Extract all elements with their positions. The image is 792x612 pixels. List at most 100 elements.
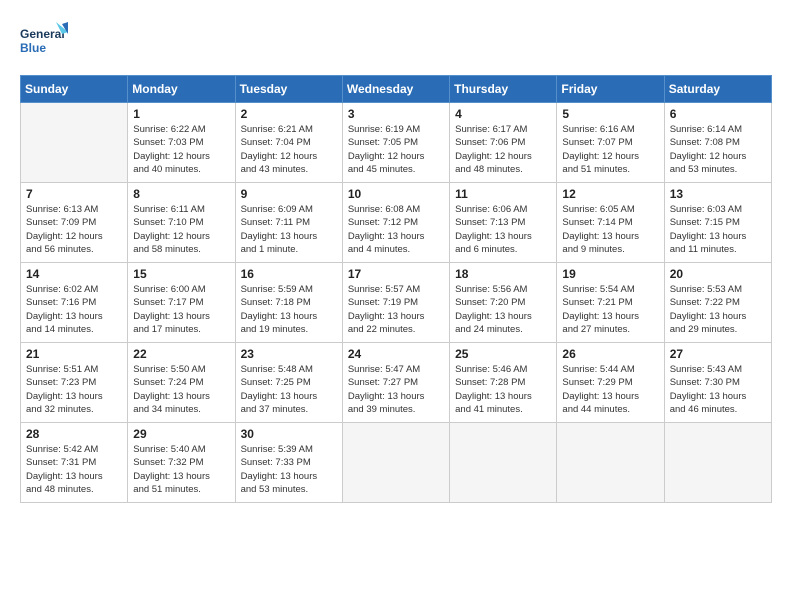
day-info: Sunrise: 5:47 AM Sunset: 7:27 PM Dayligh… [348, 363, 444, 416]
day-info: Sunrise: 6:16 AM Sunset: 7:07 PM Dayligh… [562, 123, 658, 176]
calendar-cell: 29Sunrise: 5:40 AM Sunset: 7:32 PM Dayli… [128, 423, 235, 503]
weekday-header: Tuesday [235, 76, 342, 103]
day-info: Sunrise: 6:13 AM Sunset: 7:09 PM Dayligh… [26, 203, 122, 256]
day-number: 7 [26, 187, 122, 201]
calendar-week-row: 7 Sunrise: 6:13 AM Sunset: 7:09 PM Daylig… [21, 183, 772, 263]
day-number: 24 [348, 347, 444, 361]
day-info: Sunrise: 5:39 AM Sunset: 7:33 PM Dayligh… [241, 443, 337, 496]
calendar-cell: 13 Sunrise: 6:03 AM Sunset: 7:15 PM Dayli… [664, 183, 771, 263]
day-number: 6 [670, 107, 766, 121]
day-info: Sunrise: 5:44 AM Sunset: 7:29 PM Dayligh… [562, 363, 658, 416]
calendar-cell: 10 Sunrise: 6:08 AM Sunset: 7:12 PM Dayli… [342, 183, 449, 263]
calendar-cell: 24 Sunrise: 5:47 AM Sunset: 7:27 PM Dayli… [342, 343, 449, 423]
day-info: Sunrise: 6:05 AM Sunset: 7:14 PM Dayligh… [562, 203, 658, 256]
day-info: Sunrise: 6:11 AM Sunset: 7:10 PM Dayligh… [133, 203, 229, 256]
day-number: 10 [348, 187, 444, 201]
svg-text:General: General [20, 27, 65, 41]
day-number: 20 [670, 267, 766, 281]
calendar-cell: 1 Sunrise: 6:22 AM Sunset: 7:03 PM Daylig… [128, 103, 235, 183]
day-number: 3 [348, 107, 444, 121]
day-number: 18 [455, 267, 551, 281]
day-number: 12 [562, 187, 658, 201]
day-number: 1 [133, 107, 229, 121]
calendar-week-row: 14 Sunrise: 6:02 AM Sunset: 7:16 PM Dayli… [21, 263, 772, 343]
calendar-cell: 3 Sunrise: 6:19 AM Sunset: 7:05 PM Daylig… [342, 103, 449, 183]
calendar-cell: 17Sunrise: 5:57 AM Sunset: 7:19 PM Dayli… [342, 263, 449, 343]
day-info: Sunrise: 5:48 AM Sunset: 7:25 PM Dayligh… [241, 363, 337, 416]
calendar-cell: 28 Sunrise: 5:42 AM Sunset: 7:31 PM Dayli… [21, 423, 128, 503]
weekday-header: Wednesday [342, 76, 449, 103]
day-number: 25 [455, 347, 551, 361]
day-info: Sunrise: 5:51 AM Sunset: 7:23 PM Dayligh… [26, 363, 122, 416]
day-info: Sunrise: 5:53 AM Sunset: 7:22 PM Dayligh… [670, 283, 766, 336]
day-number: 22 [133, 347, 229, 361]
calendar-cell: 15Sunrise: 6:00 AM Sunset: 7:17 PM Dayli… [128, 263, 235, 343]
calendar-cell [450, 423, 557, 503]
calendar-cell: 5 Sunrise: 6:16 AM Sunset: 7:07 PM Daylig… [557, 103, 664, 183]
day-number: 2 [241, 107, 337, 121]
calendar-cell: 20 Sunrise: 5:53 AM Sunset: 7:22 PM Dayli… [664, 263, 771, 343]
calendar-week-row: 28 Sunrise: 5:42 AM Sunset: 7:31 PM Dayli… [21, 423, 772, 503]
day-number: 28 [26, 427, 122, 441]
day-number: 13 [670, 187, 766, 201]
day-info: Sunrise: 5:54 AM Sunset: 7:21 PM Dayligh… [562, 283, 658, 336]
day-info: Sunrise: 6:19 AM Sunset: 7:05 PM Dayligh… [348, 123, 444, 176]
day-number: 26 [562, 347, 658, 361]
calendar-cell: 18Sunrise: 5:56 AM Sunset: 7:20 PM Dayli… [450, 263, 557, 343]
weekday-header: Thursday [450, 76, 557, 103]
day-number: 19 [562, 267, 658, 281]
day-number: 9 [241, 187, 337, 201]
calendar-cell: 22 Sunrise: 5:50 AM Sunset: 7:24 PM Dayli… [128, 343, 235, 423]
calendar-cell: 8Sunrise: 6:11 AM Sunset: 7:10 PM Daylig… [128, 183, 235, 263]
calendar-cell: 25 Sunrise: 5:46 AM Sunset: 7:28 PM Dayli… [450, 343, 557, 423]
calendar-cell: 4 Sunrise: 6:17 AM Sunset: 7:06 PM Daylig… [450, 103, 557, 183]
day-number: 11 [455, 187, 551, 201]
day-number: 21 [26, 347, 122, 361]
day-number: 14 [26, 267, 122, 281]
calendar-cell [21, 103, 128, 183]
calendar-cell: 26 Sunrise: 5:44 AM Sunset: 7:29 PM Dayli… [557, 343, 664, 423]
logo-svg: GeneralBlue [20, 20, 70, 65]
day-info: Sunrise: 6:21 AM Sunset: 7:04 PM Dayligh… [241, 123, 337, 176]
calendar-cell: 6Sunrise: 6:14 AM Sunset: 7:08 PM Daylig… [664, 103, 771, 183]
calendar-week-row: 1 Sunrise: 6:22 AM Sunset: 7:03 PM Daylig… [21, 103, 772, 183]
calendar-cell: 19 Sunrise: 5:54 AM Sunset: 7:21 PM Dayli… [557, 263, 664, 343]
day-info: Sunrise: 6:08 AM Sunset: 7:12 PM Dayligh… [348, 203, 444, 256]
day-number: 5 [562, 107, 658, 121]
calendar-cell: 16 Sunrise: 5:59 AM Sunset: 7:18 PM Dayli… [235, 263, 342, 343]
day-info: Sunrise: 6:22 AM Sunset: 7:03 PM Dayligh… [133, 123, 229, 176]
calendar-cell: 9 Sunrise: 6:09 AM Sunset: 7:11 PM Daylig… [235, 183, 342, 263]
day-info: Sunrise: 5:43 AM Sunset: 7:30 PM Dayligh… [670, 363, 766, 416]
day-info: Sunrise: 6:03 AM Sunset: 7:15 PM Dayligh… [670, 203, 766, 256]
day-number: 15 [133, 267, 229, 281]
day-info: Sunrise: 6:02 AM Sunset: 7:16 PM Dayligh… [26, 283, 122, 336]
calendar-cell: 23 Sunrise: 5:48 AM Sunset: 7:25 PM Dayli… [235, 343, 342, 423]
calendar-cell: 12 Sunrise: 6:05 AM Sunset: 7:14 PM Dayli… [557, 183, 664, 263]
day-info: Sunrise: 6:17 AM Sunset: 7:06 PM Dayligh… [455, 123, 551, 176]
weekday-header-row: SundayMondayTuesdayWednesdayThursdayFrid… [21, 76, 772, 103]
calendar-cell: 2 Sunrise: 6:21 AM Sunset: 7:04 PM Daylig… [235, 103, 342, 183]
calendar-cell [664, 423, 771, 503]
day-number: 4 [455, 107, 551, 121]
calendar-week-row: 21 Sunrise: 5:51 AM Sunset: 7:23 PM Dayli… [21, 343, 772, 423]
day-number: 16 [241, 267, 337, 281]
day-info: Sunrise: 5:57 AM Sunset: 7:19 PM Dayligh… [348, 283, 444, 336]
calendar-cell: 7 Sunrise: 6:13 AM Sunset: 7:09 PM Daylig… [21, 183, 128, 263]
page-header: GeneralBlue [20, 20, 772, 65]
weekday-header: Friday [557, 76, 664, 103]
weekday-header: Monday [128, 76, 235, 103]
day-info: Sunrise: 6:06 AM Sunset: 7:13 PM Dayligh… [455, 203, 551, 256]
calendar-cell: 11 Sunrise: 6:06 AM Sunset: 7:13 PM Dayli… [450, 183, 557, 263]
calendar-cell [342, 423, 449, 503]
day-info: Sunrise: 5:50 AM Sunset: 7:24 PM Dayligh… [133, 363, 229, 416]
calendar-cell: 30 Sunrise: 5:39 AM Sunset: 7:33 PM Dayli… [235, 423, 342, 503]
logo: GeneralBlue [20, 20, 70, 65]
day-number: 23 [241, 347, 337, 361]
day-number: 29 [133, 427, 229, 441]
day-info: Sunrise: 5:59 AM Sunset: 7:18 PM Dayligh… [241, 283, 337, 336]
day-info: Sunrise: 5:42 AM Sunset: 7:31 PM Dayligh… [26, 443, 122, 496]
calendar-cell: 14 Sunrise: 6:02 AM Sunset: 7:16 PM Dayli… [21, 263, 128, 343]
day-number: 30 [241, 427, 337, 441]
day-info: Sunrise: 5:46 AM Sunset: 7:28 PM Dayligh… [455, 363, 551, 416]
day-info: Sunrise: 6:09 AM Sunset: 7:11 PM Dayligh… [241, 203, 337, 256]
